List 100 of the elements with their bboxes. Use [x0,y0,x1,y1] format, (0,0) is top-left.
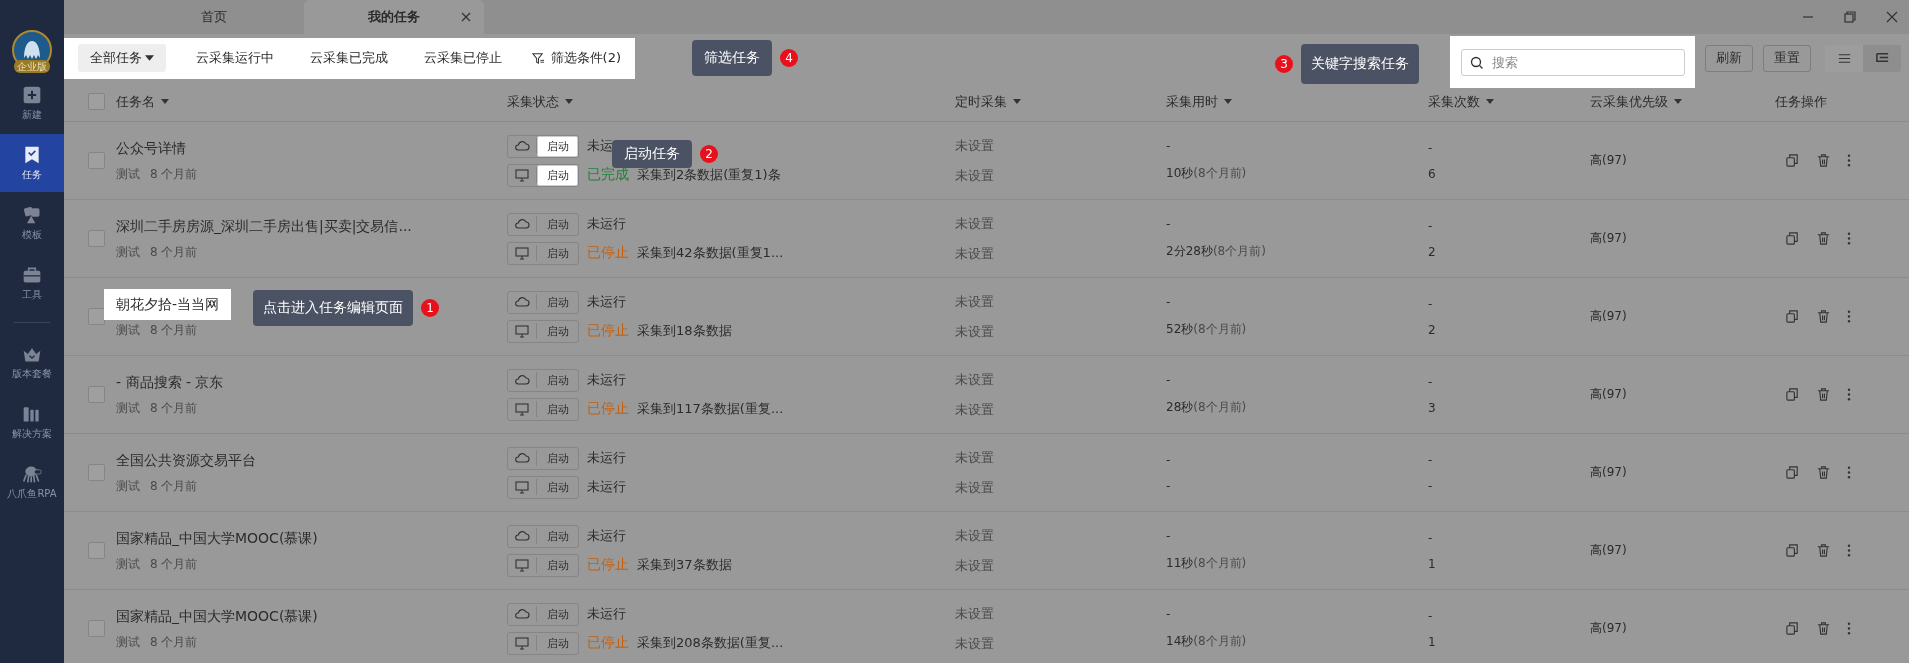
task-age: 8 个月前 [150,477,198,495]
sidebar-item[interactable]: 八爪鱼RPA [0,453,64,511]
toolbar-button[interactable]: 重置 [1763,44,1811,72]
column-header[interactable]: 采集次数 [1428,92,1480,111]
priority-text: 高(97) [1590,386,1628,403]
sidebar-item[interactable]: 版本套餐 [0,333,64,391]
run-count: - [1428,452,1434,467]
column-header[interactable]: 采集用时 [1166,92,1218,111]
copy-icon[interactable] [1785,231,1800,246]
filter-tab[interactable]: 云采集已停止 [423,49,502,67]
more-icon[interactable] [1847,309,1851,324]
column-header[interactable]: 任务操作 [1775,92,1827,111]
checkbox[interactable] [88,464,105,481]
column-header[interactable]: 采集状态 [507,92,559,111]
task-group: 测试 [116,321,140,339]
trash-icon[interactable] [1816,543,1831,558]
copy-icon[interactable] [1785,621,1800,636]
status-text: 未运行 [587,215,626,233]
status-label: 已完成 [587,166,629,184]
caret-icon[interactable] [1224,99,1232,104]
trash-icon[interactable] [1816,153,1831,168]
status-label: 已停止 [587,244,629,262]
run-count: 1 [1428,634,1437,649]
copy-icon[interactable] [1785,543,1800,558]
trash-icon[interactable] [1816,465,1831,480]
close-icon[interactable] [460,11,472,23]
sidebar-item[interactable]: 模板 [0,194,64,252]
task-name[interactable]: 公众号详情 [116,138,186,158]
sidebar-item[interactable]: 新建 [0,74,64,132]
start-button[interactable]: 启动 [537,135,578,157]
column-header[interactable]: 任务名 [116,92,155,111]
status-text: 采集到18条数据 [637,322,732,340]
step-number-badge: 4 [780,49,798,67]
shapes-icon [22,204,42,225]
duration-text: - [1166,217,1172,231]
checkbox[interactable] [88,620,105,637]
checkbox[interactable] [88,308,105,325]
view-toggle[interactable] [1825,44,1863,72]
caret-icon[interactable] [161,99,169,104]
column-header[interactable]: 定时采集 [955,92,1007,111]
task-age: 8 个月前 [150,243,198,261]
more-icon[interactable] [1847,465,1851,480]
task-group: 测试 [116,633,140,651]
checkbox[interactable] [88,93,105,110]
trash-icon[interactable] [1816,387,1831,402]
filter-conditions-button[interactable]: 筛选条件(2) [531,49,621,67]
copy-icon[interactable] [1785,465,1800,480]
search-field[interactable]: 搜索 [1460,48,1685,76]
sidebar-item[interactable]: 任务 [0,134,64,192]
copy-icon[interactable] [1785,309,1800,324]
trash-icon[interactable] [1816,309,1831,324]
start-button[interactable]: 启动 [537,164,578,186]
sidebar-item[interactable]: 解决方案 [0,393,64,451]
task-name[interactable]: 深圳二手房房源_深圳二手房出售|买卖|交易信... [116,216,412,236]
caret-icon[interactable] [1013,99,1021,104]
step-number-badge: 1 [421,299,439,317]
task-dropdown[interactable]: 全部任务 [78,44,166,72]
filter-tab[interactable]: 云采集已完成 [309,49,388,67]
task-age: 8 个月前 [150,633,198,651]
sidebar-item[interactable]: 工具 [0,254,64,312]
close-icon[interactable] [1885,10,1899,24]
tab[interactable]: 首页 [124,0,304,34]
task-name[interactable]: - 商品搜索 - 京东 [116,372,224,392]
more-icon[interactable] [1847,621,1851,636]
tour-tooltip: 点击进入任务编辑页面 [253,290,413,326]
trash-icon[interactable] [1816,231,1831,246]
copy-icon[interactable] [1785,153,1800,168]
more-icon[interactable] [1847,153,1851,168]
schedule-text: 未设置 [955,556,995,575]
search-icon [1469,55,1484,70]
checkbox[interactable] [88,542,105,559]
trash-icon[interactable] [1816,621,1831,636]
run-count: 2 [1428,244,1437,259]
copy-icon[interactable] [1785,387,1800,402]
toolbar-button[interactable]: 刷新 [1705,44,1753,72]
caret-icon[interactable] [565,99,573,104]
more-icon[interactable] [1847,387,1851,402]
task-name[interactable]: 全国公共资源交易平台 [116,450,256,470]
task-group: 测试 [116,399,140,417]
duration-text: - [1166,478,1172,493]
status-text: 未运 [587,137,613,155]
tour-tooltip: 关键字搜索任务 [1301,44,1419,84]
checkbox[interactable] [88,152,105,169]
caret-icon[interactable] [1486,99,1494,104]
tab[interactable]: 我的任务 [304,0,484,34]
checkbox[interactable] [88,230,105,247]
run-count: 3 [1428,400,1437,415]
edition-badge: 企业版 [14,60,50,73]
schedule-text: 未设置 [955,604,995,623]
task-name[interactable]: 国家精品_中国大学MOOC(慕课) [116,606,318,626]
restore-icon[interactable] [1843,10,1857,24]
more-icon[interactable] [1847,231,1851,246]
status-text: 采集到117条数据(重复... [637,400,784,418]
more-icon[interactable] [1847,543,1851,558]
task-name[interactable]: 国家精品_中国大学MOOC(慕课) [116,528,318,548]
column-header[interactable]: 云采集优先级 [1590,92,1668,111]
filter-tab[interactable]: 云采集运行中 [195,49,274,67]
caret-icon[interactable] [1674,99,1682,104]
task-name[interactable]: 朝花夕拾-当当网 [104,288,232,320]
checkbox[interactable] [88,386,105,403]
